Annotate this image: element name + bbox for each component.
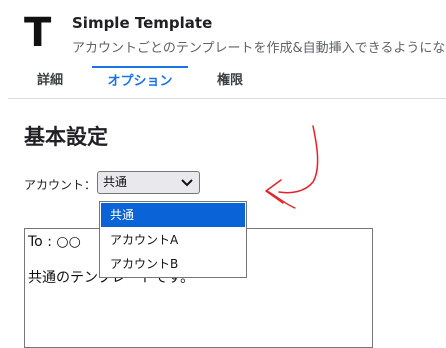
app-description: アカウントごとのテンプレートを作成&自動挿入できるようにな xyxy=(72,41,446,56)
dropdown-option-account-a[interactable]: アカウントA xyxy=(101,228,245,252)
app-title: Simple Template xyxy=(72,14,213,32)
tab-bar: 詳細 オプション 権限 xyxy=(8,66,446,99)
account-dropdown-list: 共通 アカウントA アカウントB xyxy=(99,201,247,278)
options-panel: 基本設定 アカウント： 共通 To : ○○ 共通のテンプレートです。 共通 ア… xyxy=(8,99,446,348)
account-label: アカウント： xyxy=(24,178,97,192)
chevron-down-icon xyxy=(181,179,193,187)
account-select-value: 共通 xyxy=(103,175,128,189)
dropdown-option-account-b[interactable]: アカウントB xyxy=(101,252,245,276)
account-select[interactable]: 共通 xyxy=(97,171,200,194)
tab-options[interactable]: オプション xyxy=(92,66,188,97)
dropdown-option-common[interactable]: 共通 xyxy=(101,203,245,227)
app-logo: T xyxy=(24,10,52,56)
section-title: 基本設定 xyxy=(24,125,108,149)
red-arrow-annotation xyxy=(265,125,319,209)
tab-permissions[interactable]: 権限 xyxy=(204,66,256,97)
extension-header: T Simple Template アカウントごとのテンプレートを作成&自動挿入… xyxy=(0,0,446,66)
tab-details[interactable]: 詳細 xyxy=(24,66,76,97)
